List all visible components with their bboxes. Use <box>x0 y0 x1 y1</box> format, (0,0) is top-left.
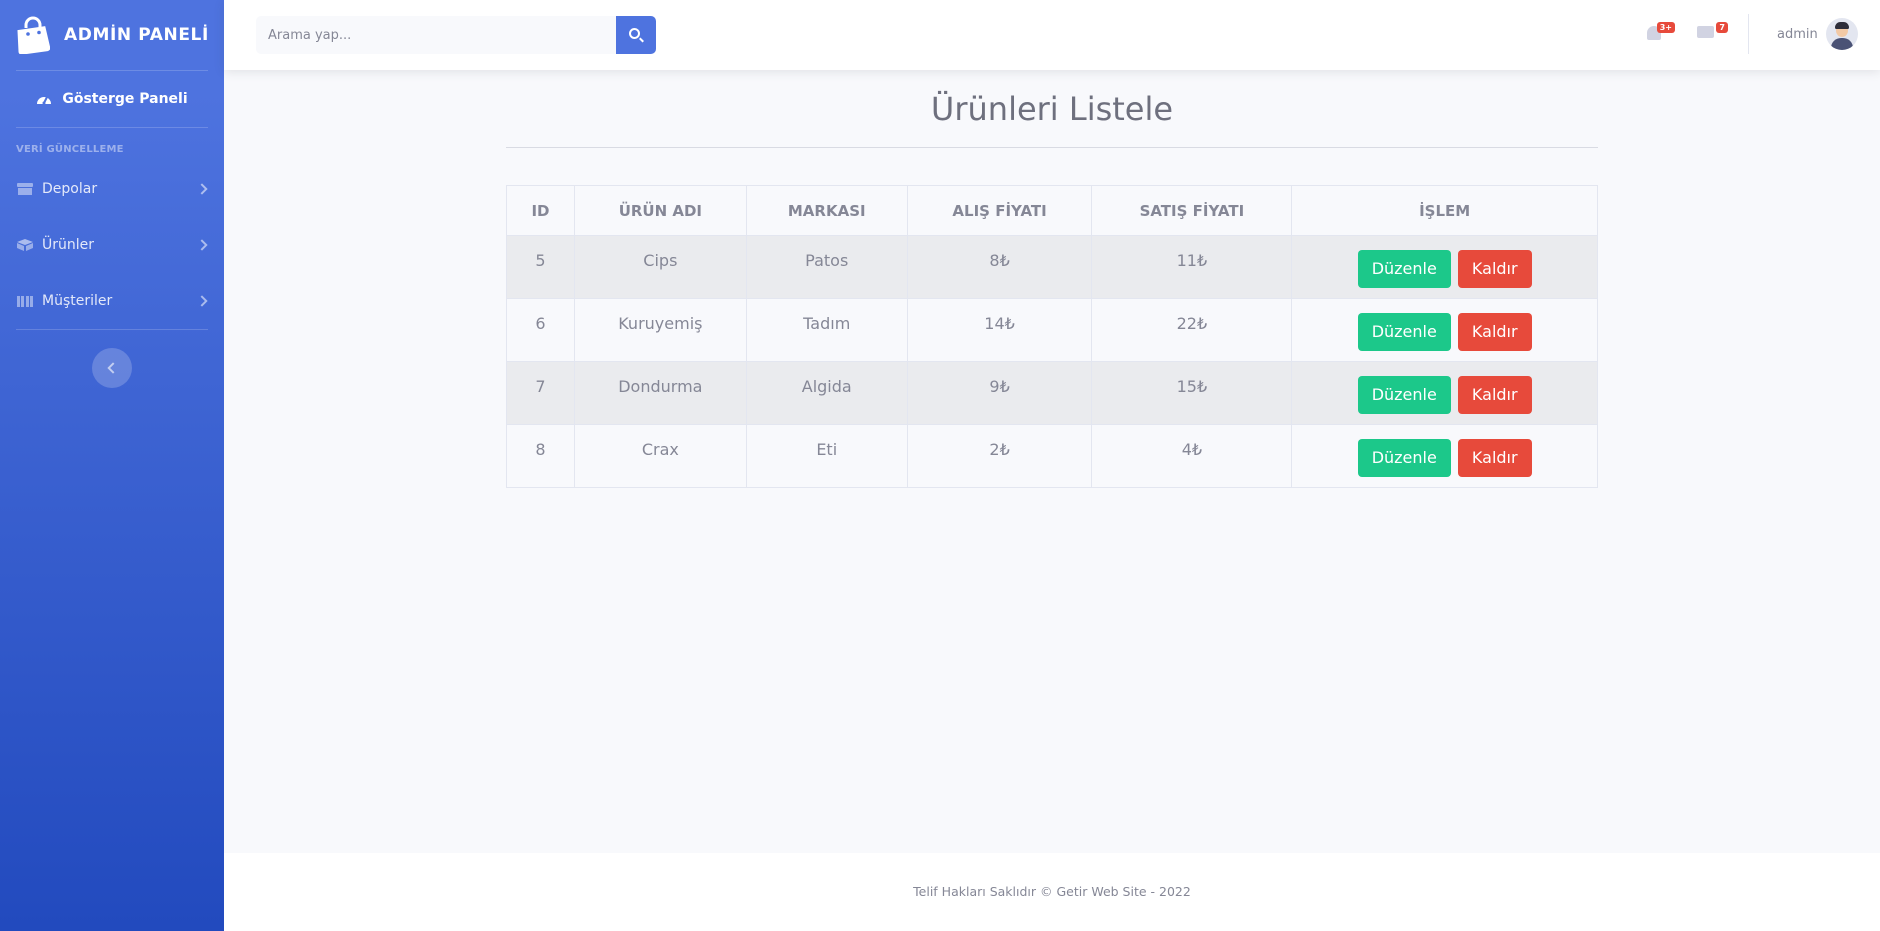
messages-envelope-icon[interactable]: 7 <box>1697 22 1728 38</box>
search-icon <box>629 28 640 39</box>
cell-name: Dondurma <box>573 361 747 425</box>
cell-name: Cips <box>573 235 747 299</box>
delete-button[interactable]: Kaldır <box>1457 250 1532 288</box>
table-row: 8 Crax Eti 2₺ 4₺ Düzenle Kaldır <box>506 424 1598 488</box>
search-input[interactable] <box>256 16 616 54</box>
edit-button[interactable]: Düzenle <box>1357 313 1451 351</box>
chevron-right-icon <box>196 295 208 307</box>
edit-button[interactable]: Düzenle <box>1357 439 1451 477</box>
brand-title: ADMİN PANELİ <box>64 25 209 45</box>
users-icon <box>16 294 34 308</box>
delete-button[interactable]: Kaldır <box>1457 376 1532 414</box>
edit-button[interactable]: Düzenle <box>1357 250 1451 288</box>
cell-brand: Eti <box>745 424 908 488</box>
avatar <box>1825 18 1858 50</box>
cell-sell-price: 15₺ <box>1091 361 1293 425</box>
cell-buy-price: 2₺ <box>906 424 1093 488</box>
delete-button[interactable]: Kaldır <box>1457 439 1532 477</box>
sidebar-item-label: Ürünler <box>42 237 95 253</box>
cell-id: 6 <box>506 298 575 362</box>
search-group <box>256 16 656 54</box>
cell-id: 7 <box>506 361 575 425</box>
page-title: Ürünleri Listele <box>930 90 1174 128</box>
table-row: 7 Dondurma Algida 9₺ 15₺ Düzenle Kaldır <box>506 361 1598 425</box>
tachometer-icon <box>36 92 54 106</box>
products-table: ID ÜRÜN ADI MARKASI ALIŞ FİYATI SATIŞ Fİ… <box>506 185 1598 488</box>
cell-actions: Düzenle Kaldır <box>1291 424 1598 488</box>
cell-brand: Patos <box>745 235 908 299</box>
table-row: 6 Kuruyemiş Tadım 14₺ 22₺ Düzenle Kaldır <box>506 298 1598 362</box>
title-divider <box>506 147 1598 148</box>
column-header-brand: MARKASI <box>745 185 908 236</box>
sidebar-item-label: Depolar <box>42 181 98 197</box>
cell-actions: Düzenle Kaldır <box>1291 361 1598 425</box>
sidebar-item-depolar[interactable]: Depolar <box>0 161 224 217</box>
sidebar-item-label: Müşteriler <box>42 293 113 309</box>
shopping-bag-icon <box>16 16 51 55</box>
footer: Telif Hakları Saklıdır © Getir Web Site … <box>224 853 1880 931</box>
cell-actions: Düzenle Kaldır <box>1291 298 1598 362</box>
topbar-divider <box>1748 14 1749 54</box>
column-header-name: ÜRÜN ADI <box>573 185 747 236</box>
table-row: 5 Cips Patos 8₺ 11₺ Düzenle Kaldır <box>506 235 1598 299</box>
table-header-row: ID ÜRÜN ADI MARKASI ALIŞ FİYATI SATIŞ Fİ… <box>506 185 1598 236</box>
edit-button[interactable]: Düzenle <box>1357 376 1451 414</box>
cell-brand: Tadım <box>745 298 908 362</box>
cell-actions: Düzenle Kaldır <box>1291 235 1598 299</box>
sidebar-heading: VERİ GÜNCELLEME <box>16 144 124 155</box>
alerts-bell-icon[interactable]: 3+ <box>1647 22 1675 40</box>
alerts-badge: 3+ <box>1656 22 1675 33</box>
cell-id: 5 <box>506 235 575 299</box>
cell-sell-price: 4₺ <box>1091 424 1293 488</box>
column-header-id: ID <box>506 185 575 236</box>
topbar: 3+ 7 admin <box>224 0 1880 70</box>
sidebar-toggle-button[interactable] <box>92 348 132 388</box>
cell-name: Crax <box>573 424 747 488</box>
column-header-sell-price: SATIŞ FİYATI <box>1091 185 1293 236</box>
sidebar-item-label: Gösterge Paneli <box>62 91 188 107</box>
column-header-buy-price: ALIŞ FİYATI <box>906 185 1093 236</box>
cell-id: 8 <box>506 424 575 488</box>
sidebar-item-musteriler[interactable]: Müşteriler <box>0 273 224 329</box>
chevron-right-icon <box>196 183 208 195</box>
brand[interactable]: ADMİN PANELİ <box>0 0 224 70</box>
copyright-text: Telif Hakları Saklıdır © Getir Web Site … <box>913 884 1191 899</box>
cell-sell-price: 11₺ <box>1091 235 1293 299</box>
delete-button[interactable]: Kaldır <box>1457 313 1532 351</box>
search-button[interactable] <box>616 16 656 54</box>
column-header-action: İŞLEM <box>1291 185 1598 236</box>
chevron-right-icon <box>196 239 208 251</box>
box-icon <box>16 238 34 252</box>
cell-buy-price: 9₺ <box>906 361 1093 425</box>
sidebar: ADMİN PANELİ Gösterge Paneli VERİ GÜNCEL… <box>0 0 224 931</box>
sidebar-divider <box>16 329 208 330</box>
username: admin <box>1777 26 1818 42</box>
main-content: Ürünleri Listele ID ÜRÜN ADI MARKASI ALI… <box>224 70 1880 853</box>
cell-sell-price: 22₺ <box>1091 298 1293 362</box>
cell-brand: Algida <box>745 361 908 425</box>
user-menu[interactable]: admin <box>1777 18 1858 50</box>
messages-badge: 7 <box>1716 22 1728 33</box>
sidebar-item-dashboard[interactable]: Gösterge Paneli <box>0 71 224 127</box>
sidebar-item-urunler[interactable]: Ürünler <box>0 217 224 273</box>
cell-buy-price: 14₺ <box>906 298 1093 362</box>
store-icon <box>16 182 34 196</box>
cell-name: Kuruyemiş <box>573 298 747 362</box>
cell-buy-price: 8₺ <box>906 235 1093 299</box>
